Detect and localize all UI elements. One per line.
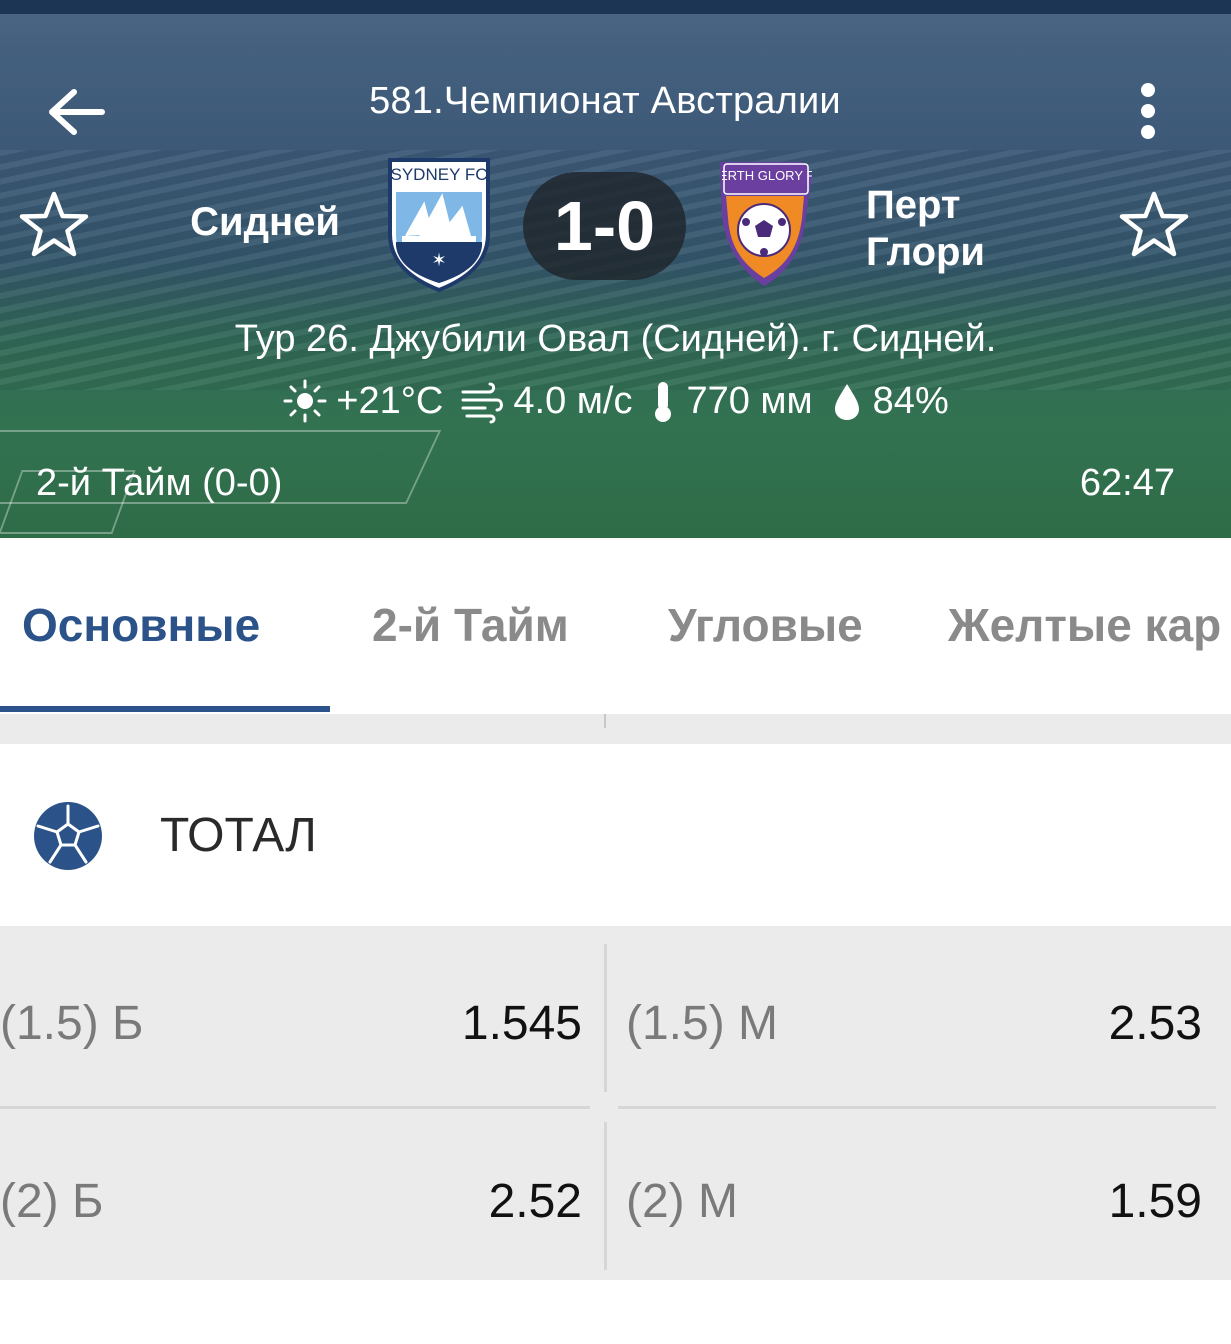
star-outline-icon: [1119, 191, 1189, 257]
league-title: 581.Чемпионат Австралии: [369, 80, 841, 122]
pressure-value: 770 мм: [686, 379, 813, 422]
away-team-name: Перт Глори: [866, 183, 986, 274]
favorite-home-button[interactable]: [16, 188, 92, 264]
weather-wind: 4.0 м/с: [459, 378, 632, 424]
weather-temperature: +21°C: [282, 378, 443, 424]
tab-second-half[interactable]: 2-й Тайм: [372, 598, 569, 652]
market-title: ТОТАЛ: [160, 809, 317, 862]
wind-value: 4.0 м/с: [513, 379, 633, 422]
thermometer-icon: [655, 382, 672, 422]
odd-value: 2.53: [1108, 997, 1202, 1050]
odd-under-1-5[interactable]: (1.5) М 2.53: [626, 996, 1226, 1166]
odd-value: 1.545: [461, 997, 582, 1050]
active-tab-indicator: [0, 706, 330, 712]
arrow-left-icon: [49, 89, 105, 135]
odd-over-2[interactable]: (2) Б 2.52: [0, 1174, 600, 1344]
away-team-logo: PERTH GLORY FC: [716, 156, 816, 292]
away-logo-text: PERTH GLORY FC: [722, 168, 812, 183]
back-button[interactable]: [40, 78, 112, 150]
home-logo-text: SYDNEY FC: [391, 165, 488, 184]
weather-info: +21°C 4.0 м/с 770 мм 84%: [0, 376, 1231, 426]
weather-humidity: 84%: [829, 378, 949, 424]
more-vertical-icon: [1141, 83, 1155, 139]
match-score: 1-0: [523, 172, 686, 280]
svg-text:✶: ✶: [431, 250, 446, 271]
odd-value: 1.59: [1108, 1175, 1202, 1228]
tab-main[interactable]: Основные: [22, 598, 260, 652]
humidity-value: 84%: [872, 379, 949, 422]
section-divider: [0, 714, 1231, 744]
odd-label: (2) М: [626, 1175, 738, 1228]
water-drop-icon: [834, 384, 859, 420]
column-divider: [604, 714, 606, 728]
tab-yellow-cards[interactable]: Желтые кар: [948, 598, 1221, 652]
soccer-ball-icon: [32, 800, 104, 872]
odd-over-1-5[interactable]: (1.5) Б 1.545: [0, 996, 600, 1166]
tab-corners[interactable]: Угловые: [668, 598, 863, 652]
wind-icon: [461, 382, 504, 424]
odd-label: (2) Б: [0, 1175, 104, 1228]
odd-label: (1.5) М: [626, 997, 779, 1050]
temperature-value: +21°C: [336, 379, 444, 422]
match-period: 2-й Тайм (0-0): [36, 462, 283, 504]
odds-vertical-divider: [604, 1122, 607, 1270]
home-team-name: Сидней: [190, 200, 340, 244]
match-venue: Тур 26. Джубили Овал (Сидней). г. Сидней…: [234, 318, 997, 360]
odds-vertical-divider: [604, 944, 607, 1092]
odd-under-2[interactable]: (2) М 1.59: [626, 1174, 1226, 1344]
odd-label: (1.5) Б: [0, 997, 144, 1050]
weather-pressure: 770 мм: [648, 378, 813, 424]
more-menu-button[interactable]: [1120, 78, 1176, 148]
match-header: 581.Чемпионат Австралии Сидней ✶ SYDNEY …: [0, 0, 1231, 538]
odds-row-divider: [618, 1106, 1216, 1109]
match-clock: 62:47: [1079, 462, 1175, 504]
odds-row-divider: [0, 1106, 590, 1109]
favorite-away-button[interactable]: [1116, 188, 1192, 264]
sun-icon: [283, 379, 327, 423]
status-bar-strip: [0, 0, 1231, 14]
home-team-logo: ✶ SYDNEY FC: [384, 154, 494, 294]
odd-value: 2.52: [488, 1175, 582, 1228]
star-outline-icon: [19, 191, 89, 257]
